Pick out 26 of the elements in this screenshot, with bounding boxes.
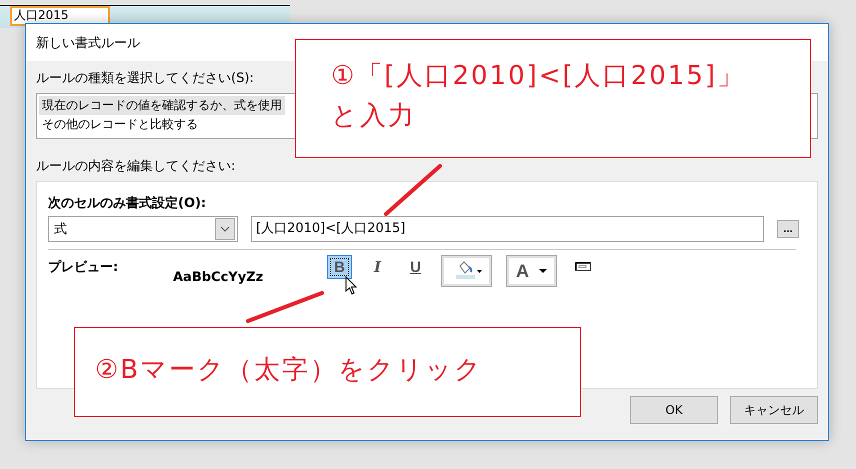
expression-field[interactable]: [人口2010]<[人口2015] [251,216,764,242]
leader-line [383,163,443,217]
rule-type-label: ルールの種類を選択してください(S): [36,70,254,87]
border-icon[interactable] [575,262,591,271]
preview-label: プレビュー: [48,258,120,276]
edit-label: ルールの内容を編集してください: [36,158,236,175]
underline-button[interactable]: U [403,255,428,279]
ok-button[interactable]: OK [630,396,718,424]
font-color-button[interactable]: A [506,255,557,287]
cursor-icon [345,276,359,296]
fill-color-button[interactable] [441,255,492,287]
window-title: 新しい書式ルール [36,34,140,52]
rule-type-item[interactable]: その他のレコードと比較する [39,115,201,134]
italic-button[interactable]: I [365,255,390,279]
callout-text: ②Bマーク（太字）をクリック [95,354,484,387]
cancel-button[interactable]: キャンセル [730,396,818,424]
browse-button[interactable]: ... [777,220,799,238]
rule-type-item[interactable]: 現在のレコードの値を確認するか、式を使用 [39,96,285,115]
callout-text: ①「[人口2010]<[人口2015]」 [331,60,746,93]
chevron-down-icon [215,218,235,240]
bold-button[interactable]: B [327,255,352,279]
condition-dropdown[interactable]: 式 [48,216,238,242]
condition-label: 次のセルのみ書式設定(O): [48,194,208,212]
caret-down-icon [539,268,547,274]
preview-sample: AaBbCcYyZz [173,270,264,285]
callout-text: と入力 [331,100,417,133]
